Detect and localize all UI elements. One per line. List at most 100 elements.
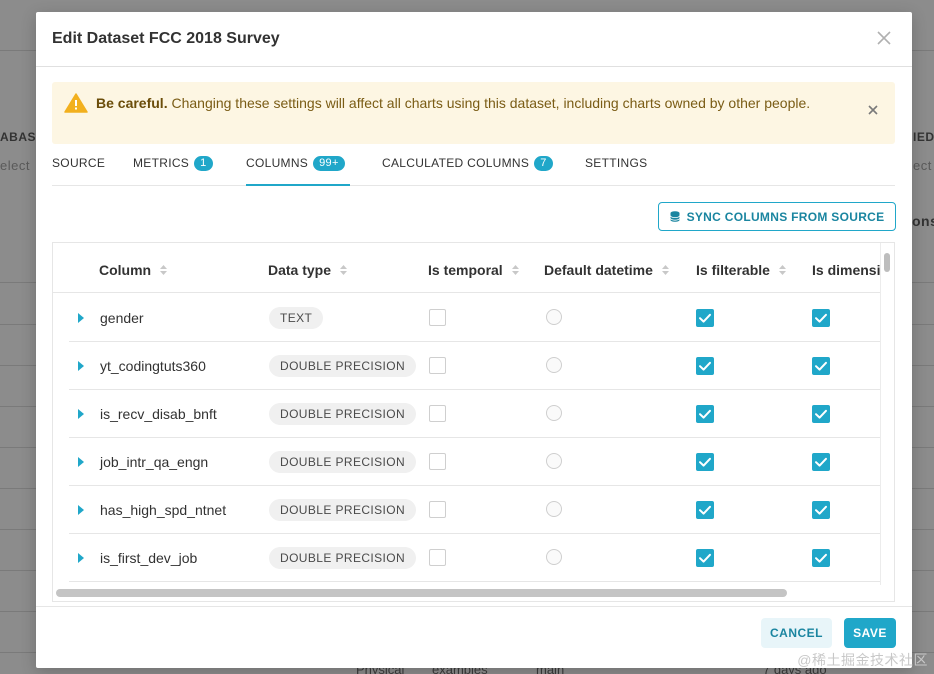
cancel-button[interactable]: CANCEL [761,618,832,648]
table-row: job_intr_qa_engn DOUBLE PRECISION [69,438,881,486]
tab-metrics[interactable]: METRICS 1 [133,156,213,185]
watermark: @稀土掘金技术社区 [797,652,928,668]
warning-icon [64,93,88,113]
bg-left-placeholder: elect [0,158,30,173]
expand-caret-icon[interactable] [78,553,84,563]
header-is-temporal[interactable]: Is temporal [428,262,519,278]
alert-bold: Be careful. [96,95,168,111]
expand-caret-icon[interactable] [78,505,84,515]
calculated-columns-count-badge: 7 [534,156,553,171]
is-temporal-checkbox[interactable] [429,357,446,374]
sync-columns-button[interactable]: SYNC COLUMNS FROM SOURCE [658,202,896,231]
modal-header: Edit Dataset FCC 2018 Survey [36,12,912,67]
is-dimension-checkbox[interactable] [812,357,830,375]
is-filterable-checkbox[interactable] [696,405,714,423]
is-filterable-checkbox[interactable] [696,357,714,375]
is-filterable-checkbox[interactable] [696,501,714,519]
table-row: is_recv_disab_bnft DOUBLE PRECISION [69,390,881,438]
header-label: Default datetime [544,262,653,278]
data-type-pill: DOUBLE PRECISION [269,499,417,521]
expand-caret-icon[interactable] [78,409,84,419]
vertical-scrollbar[interactable] [880,243,893,585]
table-row: gender TEXT [69,294,881,342]
is-temporal-checkbox[interactable] [429,501,446,518]
tab-label: COLUMNS [246,156,309,170]
sort-icon [160,265,168,275]
tab-label: CALCULATED COLUMNS [382,156,530,170]
is-dimension-checkbox[interactable] [812,453,830,471]
column-name: is_first_dev_job [100,550,198,566]
is-dimension-checkbox[interactable] [812,549,830,567]
close-icon[interactable] [876,30,892,46]
bg-right-label: IED [913,130,934,144]
horizontal-scroll-thumb[interactable] [56,589,787,597]
column-name: has_high_spd_ntnet [100,502,227,518]
is-temporal-checkbox[interactable] [429,309,446,326]
tab-calculated-columns[interactable]: CALCULATED COLUMNS 7 [382,156,553,185]
is-filterable-checkbox[interactable] [696,453,714,471]
horizontal-scrollbar[interactable] [53,585,894,601]
table-header: Column Data type Is temporal Default dat… [53,243,881,293]
modal-title: Edit Dataset FCC 2018 Survey [52,30,280,47]
table-row: has_high_spd_ntnet DOUBLE PRECISION [69,486,881,534]
alert-close-icon[interactable] [867,104,879,116]
is-temporal-checkbox[interactable] [429,549,446,566]
database-icon [669,211,680,222]
is-dimension-checkbox[interactable] [812,309,830,327]
tab-settings[interactable]: SETTINGS [585,156,647,185]
is-temporal-checkbox[interactable] [429,453,446,470]
save-button[interactable]: SAVE [844,618,896,648]
modal-footer: CANCEL SAVE [36,606,912,668]
is-dimension-checkbox[interactable] [812,501,830,519]
alert-message: Be careful. Changing these settings will… [96,92,826,114]
edit-dataset-modal: Edit Dataset FCC 2018 Survey Be careful.… [36,12,912,668]
is-dimension-checkbox[interactable] [812,405,830,423]
data-type-pill: DOUBLE PRECISION [269,403,417,425]
tab-label: METRICS [133,156,190,170]
table-row: is_first_dev_job DOUBLE PRECISION [69,534,881,582]
warning-alert: Be careful. Changing these settings will… [52,82,895,144]
alert-body: Changing these settings will affect all … [171,95,811,111]
expand-caret-icon[interactable] [78,313,84,323]
expand-caret-icon[interactable] [78,457,84,467]
column-name: is_recv_disab_bnft [100,406,217,422]
data-type-pill: DOUBLE PRECISION [269,451,417,473]
header-label: Data type [268,262,332,278]
data-type-pill: TEXT [269,307,324,329]
sort-icon [778,265,786,275]
sort-icon [340,265,348,275]
column-name: job_intr_qa_engn [100,454,209,470]
expand-caret-icon[interactable] [78,361,84,371]
metrics-count-badge: 1 [194,156,213,171]
is-temporal-checkbox[interactable] [429,405,446,422]
columns-count-badge: 99+ [313,156,345,171]
is-filterable-checkbox[interactable] [696,309,714,327]
sort-icon [661,265,669,275]
bg-right-placeholder: ect [913,158,932,173]
default-datetime-radio[interactable] [546,405,562,421]
default-datetime-radio[interactable] [546,309,562,325]
tab-columns[interactable]: COLUMNS 99+ [246,156,350,186]
vertical-scroll-thumb[interactable] [884,253,890,272]
data-type-pill: DOUBLE PRECISION [269,355,417,377]
default-datetime-radio[interactable] [546,357,562,373]
header-column[interactable]: Column [99,262,168,278]
column-name: gender [100,310,144,326]
header-is-filterable[interactable]: Is filterable [696,262,786,278]
tab-source[interactable]: SOURCE [52,156,105,185]
header-is-dimension[interactable]: Is dimensi [812,262,880,278]
data-type-pill: DOUBLE PRECISION [269,547,417,569]
default-datetime-radio[interactable] [546,501,562,517]
header-label: Is filterable [696,262,770,278]
header-default-datetime[interactable]: Default datetime [544,262,669,278]
column-name: yt_codingtuts360 [100,358,206,374]
tab-label: SETTINGS [585,156,648,170]
default-datetime-radio[interactable] [546,453,562,469]
is-filterable-checkbox[interactable] [696,549,714,567]
header-data-type[interactable]: Data type [268,262,348,278]
default-datetime-radio[interactable] [546,549,562,565]
header-label: Is dimensi [812,262,881,278]
header-label: Column [99,262,152,278]
bg-right-heading: ons [912,213,934,229]
sort-icon [511,265,519,275]
